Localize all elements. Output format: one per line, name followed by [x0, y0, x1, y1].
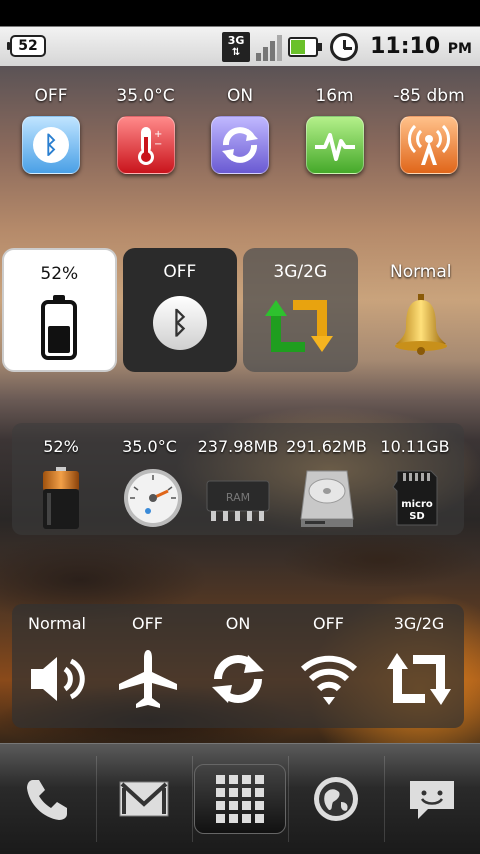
svg-text:−: − [154, 139, 162, 150]
bluetooth-tile[interactable]: OFF ᛒ [122, 248, 238, 372]
airplane-icon [113, 646, 183, 712]
battery-tile[interactable]: 52% [2, 248, 117, 372]
thermometer-icon[interactable]: + − [116, 116, 175, 174]
ram-info[interactable]: 237.98MB RAM [195, 437, 281, 535]
wifi-toggle[interactable]: OFF [284, 614, 374, 728]
svg-text:SD: SD [409, 511, 425, 522]
network-switch-icon [265, 294, 335, 358]
auto-sync-toggle[interactable]: ON [201, 86, 279, 174]
network-switch-icon [384, 646, 454, 712]
alarm-clock-icon [330, 32, 359, 61]
widget-row-toggles: OFF ᛒ 35.0°C + − ON 16m -85 dbm [0, 86, 480, 174]
sync-icon [203, 646, 273, 712]
microsd-icon: micro SD [387, 467, 443, 529]
dock-phone[interactable] [0, 744, 96, 854]
battery-info[interactable]: 52% [18, 437, 104, 535]
battery-tile-label: 52% [40, 264, 79, 284]
bluetooth-status-label: OFF [34, 86, 68, 106]
temperature-info-label: 35.0°C [122, 437, 177, 456]
network-mode-quick-label: 3G/2G [393, 614, 445, 633]
signal-dbm-label: -85 dbm [393, 86, 465, 106]
bluetooth-icon[interactable]: ᛒ [22, 116, 80, 174]
network-mode-quick-toggle[interactable]: 3G/2G [374, 614, 464, 728]
battery-cell-icon [33, 467, 89, 529]
svg-text:RAM: RAM [226, 491, 250, 504]
ringer-mode-tile[interactable]: Normal [364, 248, 478, 372]
network-mode-label: 3G/2G [273, 262, 328, 282]
network-mode-tile[interactable]: 3G/2G [243, 248, 358, 372]
browser-globe-icon[interactable] [311, 774, 361, 824]
ram-info-label: 237.98MB [197, 437, 279, 456]
sdcard-info-label: 10.11GB [380, 437, 450, 456]
bell-icon [392, 292, 450, 356]
dock-gmail[interactable] [96, 744, 192, 854]
auto-sync-quick-label: ON [225, 614, 251, 633]
ringer-mode-label: Normal [390, 262, 452, 282]
signal-strength-icon [256, 33, 283, 61]
wifi-label: OFF [313, 614, 344, 633]
sync-icon[interactable] [211, 116, 269, 174]
battery-info-label: 52% [43, 437, 79, 456]
system-info-panel: 52% 35.0°C 237.98MB RAM 291.62MB 10.11GB… [12, 423, 464, 535]
quick-toggles-panel: Normal OFF ON OFF 3G/2G [12, 604, 464, 728]
sound-mode-label: Normal [28, 614, 86, 633]
auto-sync-quick-toggle[interactable]: ON [193, 614, 283, 728]
airplane-mode-toggle[interactable]: OFF [103, 614, 193, 728]
status-clock: 11:10 PM [370, 34, 472, 59]
svg-text:micro: micro [401, 499, 433, 510]
notification-count-badge[interactable]: 52 [7, 35, 46, 57]
storage-info[interactable]: 291.62MB [284, 437, 370, 535]
activity-icon[interactable] [305, 116, 364, 174]
airplane-mode-label: OFF [132, 614, 163, 633]
storage-info-label: 291.62MB [286, 437, 367, 456]
battery-icon [41, 295, 78, 360]
app-drawer-icon[interactable] [194, 764, 286, 834]
temperature-info[interactable]: 35.0°C [107, 437, 193, 535]
auto-sync-label: ON [226, 86, 254, 106]
battery-status-icon [288, 36, 323, 57]
wifi-icon [294, 646, 364, 712]
signal-widget[interactable]: -85 dbm [390, 86, 468, 174]
ram-chip-icon: RAM [203, 467, 273, 529]
status-bar: 52 3G ⇅ 11:10 PM [0, 0, 480, 66]
widget-row-large-tiles: 52% OFF ᛒ 3G/2G Normal [2, 248, 478, 372]
activity-label: 16m [315, 86, 354, 106]
dock-messaging[interactable] [384, 744, 480, 854]
bluetooth-tile-label: OFF [163, 262, 197, 282]
bluetooth-icon: ᛒ [152, 296, 207, 350]
home-dock [0, 743, 480, 854]
dock-app-drawer[interactable] [192, 744, 288, 854]
sound-mode-toggle[interactable]: Normal [12, 614, 102, 728]
hard-drive-icon [297, 467, 357, 529]
gmail-icon[interactable] [118, 778, 170, 820]
temperature-widget[interactable]: 35.0°C + − [107, 86, 185, 174]
sdcard-info[interactable]: 10.11GB micro SD [372, 437, 458, 535]
signal-tower-icon[interactable] [400, 116, 458, 174]
gauge-icon [122, 467, 182, 529]
dock-browser[interactable] [288, 744, 384, 854]
temperature-label: 35.0°C [116, 86, 175, 106]
activity-widget[interactable]: 16m [296, 86, 374, 174]
bluetooth-toggle[interactable]: OFF ᛒ [12, 86, 90, 174]
messaging-icon[interactable] [406, 775, 458, 823]
volume-icon [22, 646, 92, 712]
phone-icon[interactable] [23, 774, 73, 824]
network-3g-icon: 3G ⇅ [222, 31, 251, 62]
